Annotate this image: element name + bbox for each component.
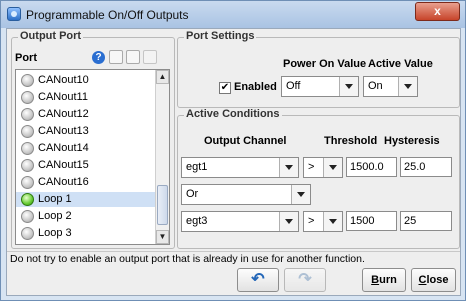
chevron-down-icon <box>323 158 342 177</box>
led-on-icon <box>21 193 34 206</box>
chevron-down-icon <box>398 77 417 96</box>
chevron-down-icon <box>279 212 298 231</box>
undo-button[interactable]: ↶ <box>237 268 279 292</box>
chevron-down-icon <box>323 212 342 231</box>
chevron-down-icon <box>291 185 310 204</box>
chevron-down-icon <box>339 77 358 96</box>
list-item[interactable]: CANout11 <box>16 90 155 105</box>
led-off-icon <box>21 108 34 121</box>
led-off-icon <box>21 227 34 240</box>
logic-operator-select[interactable]: Or <box>181 184 311 205</box>
burn-button[interactable]: Burn <box>362 268 406 292</box>
active-conditions-legend: Active Conditions <box>184 108 282 120</box>
output-channel-header: Output Channel <box>204 135 287 147</box>
list-item[interactable]: CANout10 <box>16 73 155 88</box>
active-value-header: Active Value <box>368 58 433 70</box>
dialog-window: Programmable On/Off Outputs x Output Por… <box>0 0 466 301</box>
port-settings-legend: Port Settings <box>184 30 257 42</box>
list-item[interactable]: Loop 2 <box>16 209 155 224</box>
port-list-scrollbar[interactable]: ▲ ▼ <box>155 70 169 244</box>
status-text: Do not try to enable an output port that… <box>7 251 460 265</box>
led-off-icon <box>21 210 34 223</box>
threshold-2-input[interactable]: 1500 <box>346 211 397 231</box>
active-value-select[interactable]: On <box>363 76 418 97</box>
led-off-icon <box>21 176 34 189</box>
list-item[interactable]: CANout12 <box>16 107 155 122</box>
enabled-checkbox[interactable]: ✔ <box>219 82 231 94</box>
list-item-selected[interactable]: Loop 1 <box>16 192 155 208</box>
list-item[interactable]: CANout15 <box>16 158 155 173</box>
port-settings-group: Port Settings Power On Value Active Valu… <box>177 30 460 108</box>
scroll-up-icon[interactable]: ▲ <box>156 70 169 84</box>
disabled-icon[interactable] <box>143 50 157 64</box>
close-window-button[interactable]: x <box>415 2 460 21</box>
output-channel-1-select[interactable]: egt1 <box>181 157 299 178</box>
operator-2-select[interactable]: > <box>303 211 343 232</box>
led-off-icon <box>21 91 34 104</box>
list-item[interactable]: CANout16 <box>16 175 155 190</box>
redo-button[interactable]: ↷ <box>284 268 326 292</box>
port-list[interactable]: CANout10 CANout11 CANout12 CANout13 CANo… <box>15 69 170 245</box>
grid-icon[interactable] <box>126 50 140 64</box>
redo-icon: ↷ <box>298 271 312 288</box>
app-icon <box>7 7 21 21</box>
enabled-label: Enabled <box>234 81 277 93</box>
undo-icon: ↶ <box>251 271 265 288</box>
led-off-icon <box>21 74 34 87</box>
power-on-value-header: Power On Value <box>283 58 367 70</box>
edit-icon[interactable] <box>109 50 123 64</box>
port-label: Port <box>15 52 37 64</box>
led-off-icon <box>21 125 34 138</box>
title-bar[interactable]: Programmable On/Off Outputs x <box>1 1 465 28</box>
hysteresis-1-input[interactable]: 25.0 <box>400 157 452 177</box>
chevron-down-icon <box>279 158 298 177</box>
output-port-group: Output Port Port ? CANout10 CANout11 CAN… <box>11 30 175 249</box>
scroll-thumb[interactable] <box>157 185 168 225</box>
threshold-1-input[interactable]: 1500.0 <box>346 157 397 177</box>
threshold-header: Threshold <box>324 135 378 147</box>
output-channel-2-select[interactable]: egt3 <box>181 211 299 232</box>
scroll-down-icon[interactable]: ▼ <box>156 230 169 244</box>
power-on-value-select[interactable]: Off <box>281 76 359 97</box>
list-item[interactable]: CANout14 <box>16 141 155 156</box>
hysteresis-2-input[interactable]: 25 <box>400 211 452 231</box>
help-icon[interactable]: ? <box>92 51 105 64</box>
list-item[interactable]: CANout13 <box>16 124 155 139</box>
led-off-icon <box>21 142 34 155</box>
operator-1-select[interactable]: > <box>303 157 343 178</box>
output-port-legend: Output Port <box>18 30 84 42</box>
close-button[interactable]: Close <box>411 268 456 292</box>
active-conditions-group: Active Conditions Output Channel Thresho… <box>177 108 460 249</box>
window-title: Programmable On/Off Outputs <box>26 8 189 22</box>
led-off-icon <box>21 159 34 172</box>
hysteresis-header: Hysteresis <box>384 135 440 147</box>
list-item[interactable]: Loop 3 <box>16 226 155 241</box>
dialog-content: Output Port Port ? CANout10 CANout11 CAN… <box>6 28 461 296</box>
